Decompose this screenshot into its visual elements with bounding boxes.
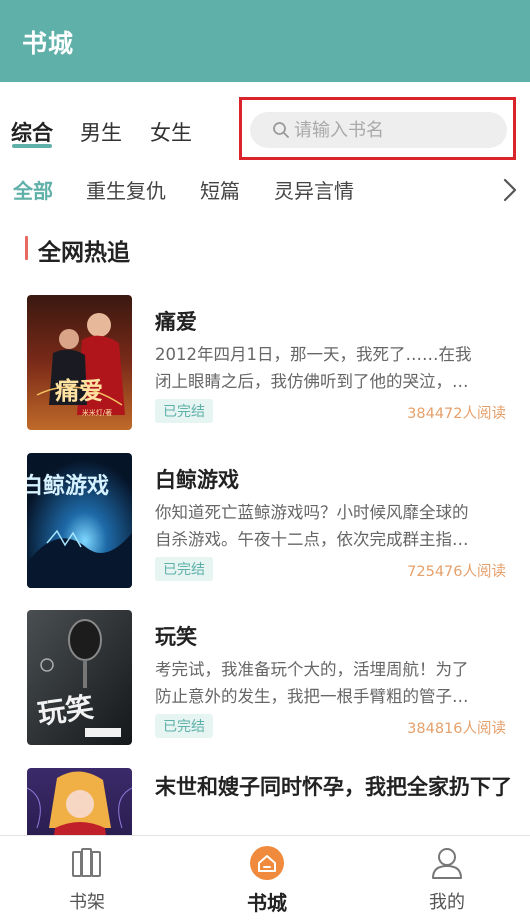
- tab-male[interactable]: 男生: [80, 117, 122, 147]
- cover-title: 痛爱: [55, 376, 103, 405]
- book-description: 2012年四月1日，那一天，我死了……在我 闭上眼睛之后，我仿佛听到了他的哭泣，…: [155, 341, 505, 395]
- tab-label: 书城: [247, 891, 287, 915]
- desc-line: 2012年四月1日，那一天，我死了……在我: [155, 345, 472, 364]
- read-count: 384816人阅读: [407, 721, 506, 737]
- store-home-icon: [250, 846, 284, 880]
- tab-label: 我的: [429, 892, 465, 913]
- book-title: 末世和嫂子同时怀孕，我把全家扔下了: [155, 775, 512, 799]
- section-marker: [25, 236, 28, 260]
- book-description: 考完试，我准备玩个大的，活埋周航！为了 防止意外的发生，我把一根手臂粗的管子…: [155, 656, 505, 710]
- book-cover[interactable]: 痛爱 米米灯/著: [27, 295, 132, 430]
- tab-female[interactable]: 女生: [150, 117, 192, 147]
- tab-bookstore[interactable]: 书城: [207, 836, 327, 920]
- desc-line: 你知道死亡蓝鲸游戏吗？小时候风靡全球的: [155, 503, 469, 522]
- bookshelf-icon: [72, 848, 101, 877]
- book-title: 痛爱: [155, 310, 197, 334]
- search-icon: [273, 122, 289, 138]
- desc-line: 考完试，我准备玩个大的，活埋周航！为了: [155, 660, 469, 679]
- chevron-right-icon[interactable]: [500, 176, 520, 204]
- active-tab-indicator: [12, 144, 52, 148]
- category-rebirth-revenge[interactable]: 重生复仇: [86, 175, 166, 204]
- bottom-tab-bar: 书架 书城 我的: [0, 835, 530, 920]
- read-count: 384472人阅读: [407, 406, 506, 422]
- category-all[interactable]: 全部: [13, 175, 53, 204]
- tab-general[interactable]: 综合: [11, 117, 53, 147]
- page-title: 书城: [22, 29, 75, 58]
- category-short[interactable]: 短篇: [200, 175, 240, 204]
- book-item[interactable]: 玩笑 玩笑 考完试，我准备玩个大的，活埋周航！为了 防止意外的发生，我把一根手臂…: [0, 610, 530, 760]
- read-count: 725476人阅读: [407, 564, 506, 580]
- status-badge: 已完结: [155, 714, 213, 738]
- desc-line: 防止意外的发生，我把一根手臂粗的管子…: [155, 687, 469, 706]
- book-cover[interactable]: 玩笑: [27, 610, 132, 745]
- status-badge: 已完结: [155, 557, 213, 581]
- app-bar: 书城: [0, 0, 530, 82]
- desc-line: 自杀游戏。午夜十二点，依次完成群主指…: [155, 530, 469, 549]
- book-item[interactable]: 痛爱 米米灯/著 痛爱 2012年四月1日，那一天，我死了……在我 闭上眼睛之后…: [0, 295, 530, 445]
- search-input[interactable]: [294, 115, 499, 145]
- section-title: 全网热追: [38, 240, 130, 266]
- desc-line: 闭上眼睛之后，我仿佛听到了他的哭泣，…: [155, 372, 469, 391]
- book-title: 白鲸游戏: [155, 468, 239, 492]
- status-badge: 已完结: [155, 399, 213, 423]
- profile-icon: [432, 848, 462, 879]
- book-cover[interactable]: 白鲸游戏: [27, 453, 132, 588]
- tab-bookshelf[interactable]: 书架: [27, 836, 147, 920]
- cover-title: 白鲸游戏: [27, 473, 109, 499]
- book-title: 玩笑: [155, 625, 197, 649]
- book-item[interactable]: 白鲸游戏 白鲸游戏 你知道死亡蓝鲸游戏吗？小时候风靡全球的 自杀游戏。午夜十二点…: [0, 453, 530, 603]
- cover-author: 米米灯/著: [82, 408, 112, 417]
- tab-label: 书架: [69, 892, 105, 913]
- tab-profile[interactable]: 我的: [387, 836, 507, 920]
- book-description: 你知道死亡蓝鲸游戏吗？小时候风靡全球的 自杀游戏。午夜十二点，依次完成群主指…: [155, 499, 505, 553]
- category-supernatural-romance[interactable]: 灵异言情: [274, 175, 354, 204]
